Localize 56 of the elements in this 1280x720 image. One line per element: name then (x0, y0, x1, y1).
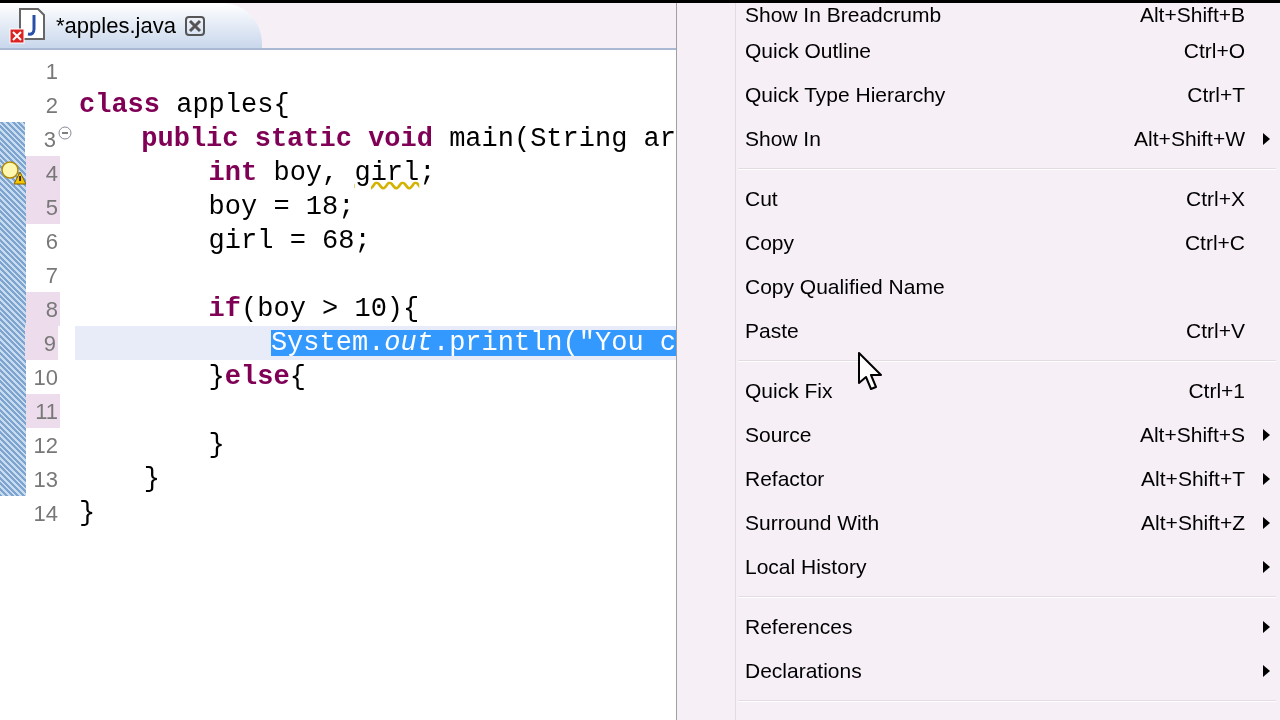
code-text: main(String ar (448, 122, 676, 156)
menu-item[interactable]: Copy Ctrl+C (677, 221, 1280, 265)
menu-item[interactable]: Surround With Alt+Shift+Z (677, 501, 1280, 545)
line-number: 9 (25, 326, 59, 360)
close-icon[interactable] (183, 14, 206, 37)
code-text: static (253, 122, 352, 156)
line-number: 6 (44, 227, 59, 256)
code-text: ; (419, 156, 436, 190)
code-text: } (79, 496, 96, 530)
menu-item[interactable]: Paste Ctrl+V (677, 309, 1280, 353)
menu-item[interactable]: Copy Qualified Name (677, 265, 1280, 309)
code-text: class (79, 88, 160, 122)
code-text: } (142, 462, 160, 496)
menu-item[interactable]: Source Alt+Shift+S (677, 413, 1280, 457)
code-text: girl = 68; (207, 224, 371, 258)
menu-item[interactable]: Quick Fix Ctrl+1 (677, 369, 1280, 413)
menu-item[interactable]: Show In Alt+Shift+W (677, 117, 1280, 161)
line-number: 13 (32, 465, 59, 494)
line-number: 2 (44, 91, 59, 120)
menu-item[interactable]: Show In Breadcrumb Alt+Shift+B (677, 3, 1280, 29)
tab-title: *apples.java (56, 12, 176, 40)
menu-item[interactable]: Declarations (677, 649, 1280, 693)
code-text: .println("You c (432, 330, 676, 356)
code-text: System. (270, 330, 385, 356)
line-number: 11 (26, 394, 60, 428)
code-text: void (367, 122, 433, 156)
menu-item[interactable]: References (677, 605, 1280, 649)
menu-item[interactable]: Cut Ctrl+X (677, 177, 1280, 221)
code-text: apples{ (175, 88, 290, 122)
code-text: } (207, 428, 225, 462)
menu-item[interactable]: Quick Outline Ctrl+O (677, 29, 1280, 73)
line-number: 5 (26, 190, 60, 224)
code-text: } (207, 360, 225, 394)
code-text: { (289, 360, 306, 394)
line-number: 14 (32, 499, 59, 528)
menu-item[interactable]: Quick Type Hierarchy Ctrl+T (677, 73, 1280, 117)
line-number: 12 (32, 431, 59, 460)
line-number: 8 (26, 292, 60, 326)
line-number: 4 (26, 156, 60, 190)
code-text: boy = 18; (207, 190, 355, 224)
line-number: 1 (44, 57, 59, 86)
code-text: boy, (272, 156, 340, 190)
editor-tab[interactable]: *apples.java (0, 3, 262, 48)
code-text: out (384, 330, 433, 356)
menu-item[interactable]: Refactor Alt+Shift+T (677, 457, 1280, 501)
code-text: (boy > 10){ (241, 292, 420, 326)
code-text: if (207, 292, 242, 326)
line-number: 3 (42, 125, 58, 154)
code-text: girl (354, 156, 420, 190)
code-text: else (224, 360, 290, 394)
line-number: 10 (32, 363, 59, 392)
collapse-icon[interactable] (58, 126, 73, 140)
line-number: 7 (44, 261, 59, 290)
code-text: int (207, 156, 258, 190)
menu-item[interactable]: Local History (677, 545, 1280, 589)
code-text: public (140, 122, 239, 156)
